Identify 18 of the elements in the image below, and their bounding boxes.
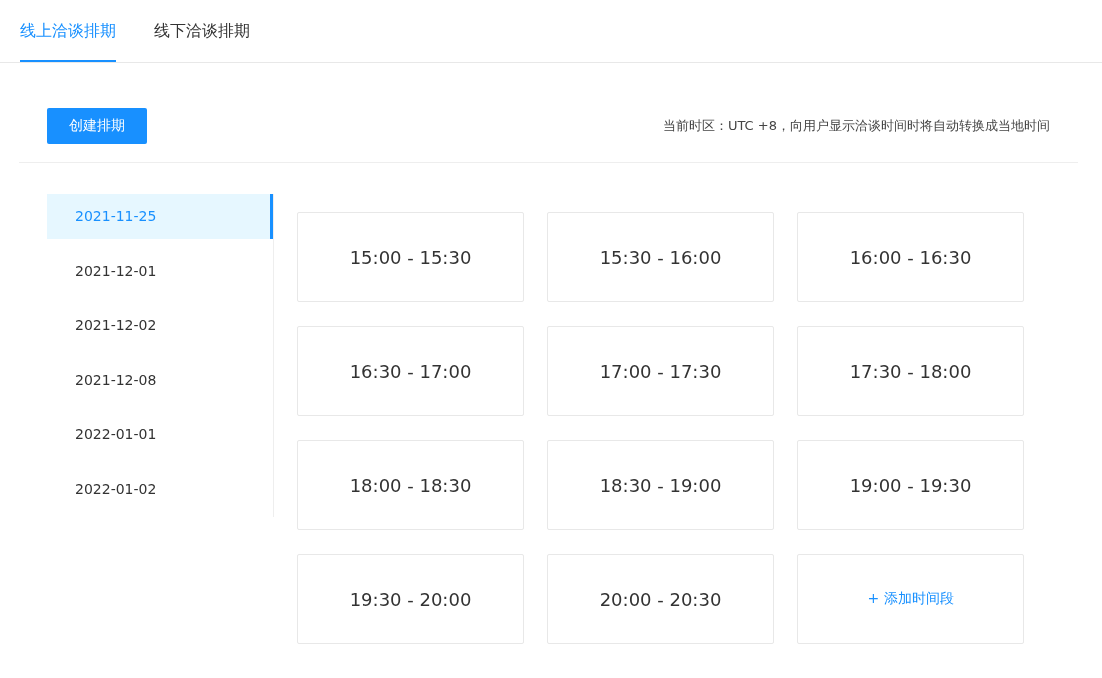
time-slot-card[interactable]: 17:30 - 18:00	[797, 326, 1024, 416]
time-slot-card[interactable]: 17:00 - 17:30	[547, 326, 774, 416]
date-item[interactable]: 2022-01-02	[47, 466, 273, 512]
time-slot-card[interactable]: 19:30 - 20:00	[297, 554, 524, 644]
time-slot-card[interactable]: 16:00 - 16:30	[797, 212, 1024, 302]
time-slot-card[interactable]: 15:30 - 16:00	[547, 212, 774, 302]
tab[interactable]: 线下洽谈排期	[154, 0, 250, 62]
date-item[interactable]: 2021-12-08	[47, 357, 273, 403]
time-slot-card[interactable]: 19:00 - 19:30	[797, 440, 1024, 530]
time-slot-card[interactable]: 15:00 - 15:30	[297, 212, 524, 302]
timezone-note: 当前时区：UTC +8，向用户显示洽谈时间时将自动转换成当地时间	[662, 117, 1050, 135]
time-slot-card[interactable]: 16:30 - 17:00	[297, 326, 524, 416]
date-item[interactable]: 2021-12-01	[47, 248, 273, 294]
date-item[interactable]: 2022-01-01	[47, 412, 273, 458]
date-item[interactable]: 2021-12-02	[47, 303, 273, 349]
time-slot-card[interactable]: 18:00 - 18:30	[297, 440, 524, 530]
time-slot-card[interactable]: 18:30 - 19:00	[547, 440, 774, 530]
time-slot-card[interactable]: 20:00 - 20:30	[547, 554, 774, 644]
